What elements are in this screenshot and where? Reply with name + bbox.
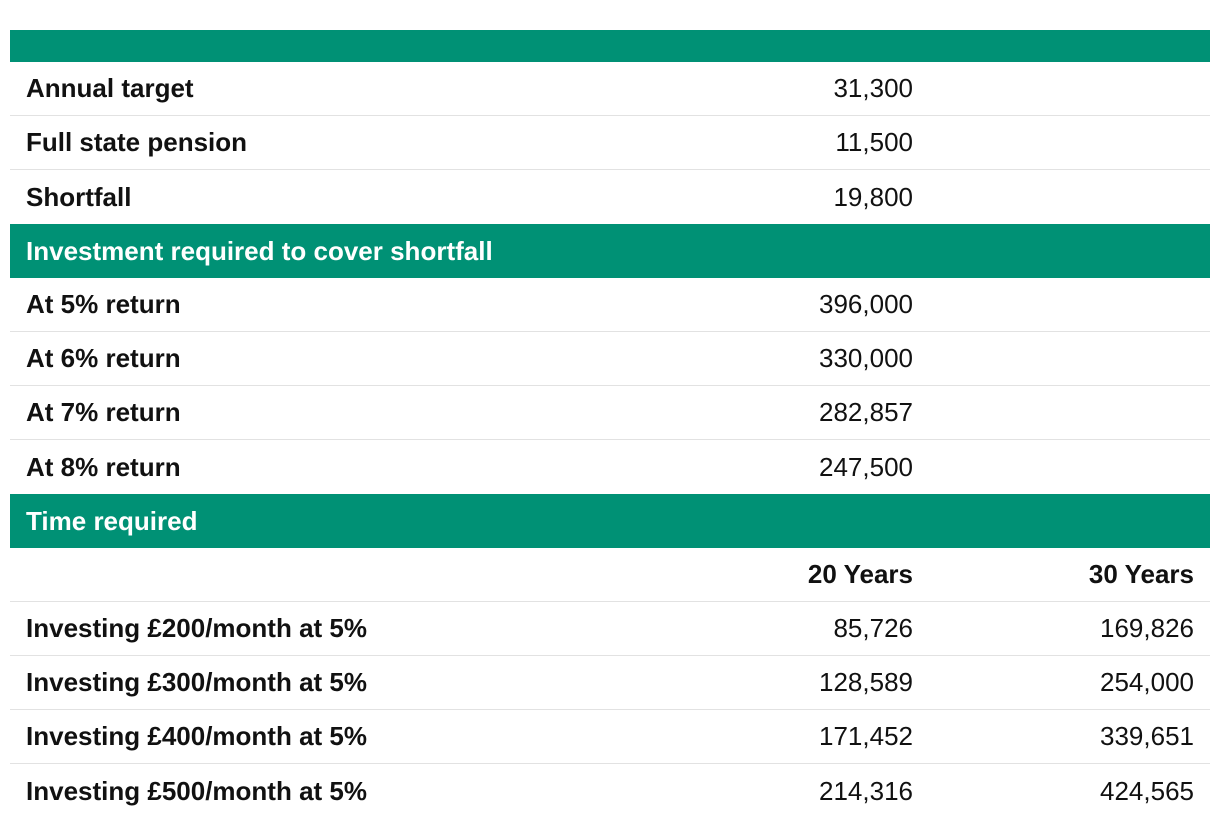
table-row-investing-300: Investing £300/month at 5% 128,589 254,0…	[10, 656, 1210, 710]
row-label: Full state pension	[26, 127, 248, 157]
row-label: At 8% return	[26, 451, 181, 482]
value-20-years: 171,452	[819, 721, 913, 751]
value-30-years: 339,651	[1100, 721, 1194, 751]
row-label: At 5% return	[26, 289, 181, 319]
pension-table: Annual target 31,300 Full state pension …	[10, 30, 1210, 818]
row-value: 11,500	[835, 127, 913, 157]
row-label: Investing £200/month at 5%	[26, 613, 367, 643]
time-section-heading: Time required	[10, 494, 1210, 548]
row-label: Investing £300/month at 5%	[26, 667, 367, 697]
table-row-investing-400: Investing £400/month at 5% 171,452 339,6…	[10, 710, 1210, 764]
table-row-8pct-return: At 8% return 247,500	[10, 440, 1210, 494]
value-20-years: 214,316	[819, 775, 913, 806]
table-row-5pct-return: At 5% return 396,000	[10, 278, 1210, 332]
row-label: Investing £400/month at 5%	[26, 721, 367, 751]
table-row-7pct-return: At 7% return 282,857	[10, 386, 1210, 440]
table-row-6pct-return: At 6% return 330,000	[10, 332, 1210, 386]
row-label: Shortfall	[26, 181, 132, 212]
value-20-years: 128,589	[819, 667, 913, 697]
row-label: Annual target	[26, 73, 194, 103]
row-value: 247,500	[819, 451, 913, 482]
value-30-years: 424,565	[1100, 775, 1194, 806]
row-label: Investing £500/month at 5%	[26, 775, 367, 806]
column-header-30-years: 30 Years	[1088, 559, 1194, 589]
time-column-headers: 20 Years 30 Years	[10, 548, 1210, 602]
table-row-investing-200: Investing £200/month at 5% 85,726 169,82…	[10, 602, 1210, 656]
value-30-years: 254,000	[1100, 667, 1194, 697]
table-row-annual-target: Annual target 31,300	[10, 62, 1210, 116]
table-row-full-state-pension: Full state pension 11,500	[10, 116, 1210, 170]
row-value: 330,000	[819, 343, 913, 373]
row-label: At 7% return	[26, 397, 181, 427]
row-value: 396,000	[819, 289, 913, 319]
value-30-years: 169,826	[1100, 613, 1194, 643]
investment-section-heading: Investment required to cover shortfall	[10, 224, 1210, 278]
column-header-20-years: 20 Years	[807, 559, 913, 589]
row-value: 31,300	[833, 73, 913, 103]
table-row-shortfall: Shortfall 19,800	[10, 170, 1210, 224]
table-top-band	[10, 30, 1210, 62]
value-20-years: 85,726	[833, 613, 913, 643]
row-value: 19,800	[833, 181, 913, 212]
row-label: At 6% return	[26, 343, 181, 373]
table-row-investing-500: Investing £500/month at 5% 214,316 424,5…	[10, 764, 1210, 818]
row-value: 282,857	[819, 397, 913, 427]
